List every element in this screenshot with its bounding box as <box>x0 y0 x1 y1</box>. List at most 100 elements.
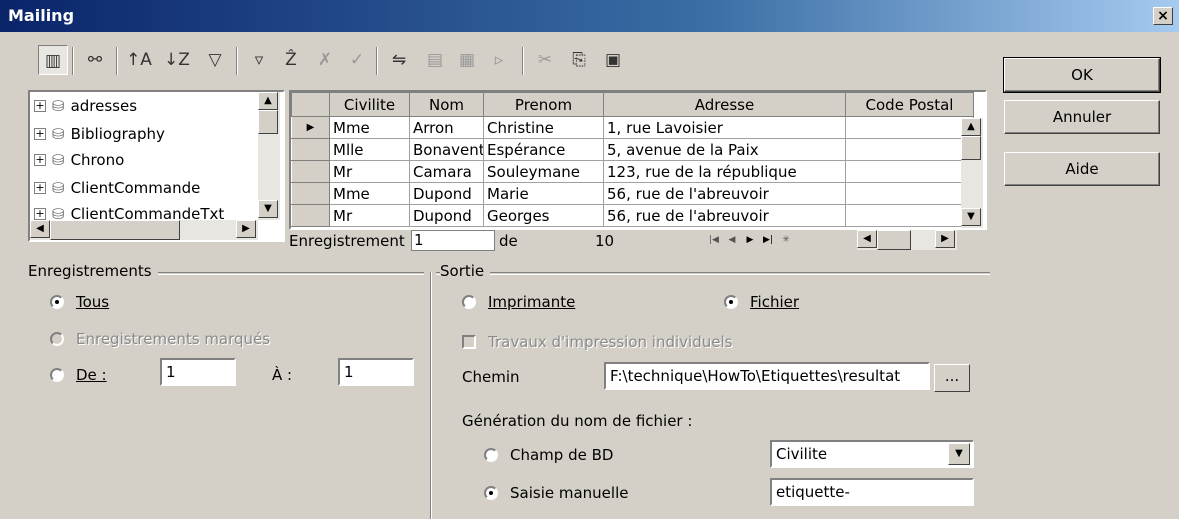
cell[interactable]: Bonaventure <box>409 138 484 161</box>
apply-filter-icon[interactable]: ✓ <box>342 45 372 75</box>
printer-radio[interactable]: Imprimante <box>462 293 575 311</box>
cell[interactable]: 5, avenue de la Paix <box>603 138 846 161</box>
cell[interactable]: 56, rue de l'abreuvoir <box>603 204 846 227</box>
row-header[interactable] <box>291 204 330 227</box>
binoculars-icon[interactable]: ⚯ <box>80 45 110 75</box>
scroll-up-icon[interactable]: ▲ <box>258 92 278 110</box>
table-row[interactable]: Mlle Bonaventure Espérance 5, avenue de … <box>291 138 974 161</box>
cell[interactable]: Dupond <box>409 182 484 205</box>
scroll-up-icon[interactable]: ▲ <box>961 118 981 136</box>
column-header[interactable]: Adresse <box>603 92 846 117</box>
cell[interactable] <box>845 116 974 139</box>
all-records-radio[interactable]: Tous <box>50 293 109 311</box>
row-header[interactable] <box>291 138 330 161</box>
cell[interactable]: 1, rue Lavoisier <box>603 116 846 139</box>
cell[interactable]: Dupond <box>409 204 484 227</box>
cell[interactable]: Camara <box>409 160 484 183</box>
expand-icon[interactable]: + <box>34 128 46 140</box>
cell[interactable]: Mlle <box>329 138 410 161</box>
cell[interactable]: Arron <box>409 116 484 139</box>
chevron-down-icon[interactable]: ▼ <box>948 443 970 465</box>
cell[interactable]: 56, rue de l'abreuvoir <box>603 182 846 205</box>
cell[interactable]: Mr <box>329 204 410 227</box>
to-record-field[interactable]: 1 <box>338 358 414 386</box>
column-header[interactable]: Code Postal <box>845 92 974 117</box>
tree-vertical-scrollbar[interactable]: ▲ ▼ <box>258 92 280 220</box>
autofilter-icon[interactable]: ▽ <box>200 45 230 75</box>
cell[interactable] <box>845 182 974 205</box>
column-header[interactable]: Civilite <box>329 92 410 117</box>
path-field[interactable]: F:\technique\HowTo\Etiquettes\resultat <box>604 362 930 390</box>
expand-icon[interactable]: + <box>34 100 46 112</box>
new-record-icon[interactable]: ✳ <box>779 231 793 249</box>
cell[interactable]: Espérance <box>483 138 604 161</box>
scroll-right-icon[interactable]: ▶ <box>935 230 955 248</box>
cell[interactable]: Souleymane <box>483 160 604 183</box>
db-field-select[interactable]: Civilite ▼ <box>770 440 974 468</box>
source-icon[interactable]: ▹ <box>484 45 514 75</box>
grid-vertical-scrollbar[interactable]: ▲ ▼ <box>961 118 983 228</box>
data-to-fields-icon[interactable]: ▤ <box>420 45 450 75</box>
filter-icon[interactable]: ▿ <box>244 45 274 75</box>
expand-icon[interactable]: + <box>34 182 46 194</box>
marked-records-radio[interactable]: Enregistrements marqués <box>50 330 270 348</box>
data-to-text-icon[interactable]: ⇋ <box>384 45 414 75</box>
cut-icon[interactable]: ✂ <box>530 45 560 75</box>
cell[interactable] <box>845 204 974 227</box>
cell[interactable]: Mme <box>329 182 410 205</box>
sort-ascending-icon[interactable]: ↑A <box>124 45 154 75</box>
data-grid[interactable]: Civilite Nom Prenom Adresse Code Postal … <box>289 90 987 230</box>
tree-item[interactable]: + ⛁ ClientCommande <box>34 176 200 200</box>
explorer-icon[interactable]: ▥ <box>38 45 68 75</box>
datasource-tree[interactable]: + ⛁ adresses + ⛁ Bibliography + ⛁ Chrono + ⛁ Cli… <box>28 90 285 242</box>
table-row[interactable]: Mme Dupond Marie 56, rue de l'abreuvoir <box>291 182 974 205</box>
scroll-left-icon[interactable]: ◀ <box>857 230 877 248</box>
remove-filter-icon[interactable]: ✗ <box>310 45 340 75</box>
row-header[interactable] <box>291 182 330 205</box>
cell[interactable] <box>845 160 974 183</box>
table-row[interactable]: Mr Dupond Georges 56, rue de l'abreuvoir <box>291 204 974 227</box>
browse-button[interactable]: ... <box>934 364 970 392</box>
cell[interactable]: Georges <box>483 204 604 227</box>
first-record-icon[interactable]: |◀ <box>707 231 721 249</box>
scroll-thumb[interactable] <box>877 230 911 250</box>
tree-item[interactable]: + ⛁ adresses <box>34 94 137 118</box>
row-header[interactable] <box>291 160 330 183</box>
record-number-input[interactable]: 1 <box>411 230 495 251</box>
scroll-down-icon[interactable]: ▼ <box>961 208 981 226</box>
column-header[interactable]: Prenom <box>483 92 604 117</box>
manual-entry-field[interactable]: etiquette- <box>770 478 974 506</box>
tree-item[interactable]: + ⛁ Chrono <box>34 148 124 172</box>
next-record-icon[interactable]: ▶ <box>743 231 757 249</box>
table-row[interactable]: Mr Camara Souleymane 123, rue de la répu… <box>291 160 974 183</box>
tree-horizontal-scrollbar[interactable]: ◀ ▶ <box>30 220 258 240</box>
current-row-icon[interactable]: ▶ <box>291 116 330 139</box>
column-header[interactable]: Nom <box>409 92 484 117</box>
from-record-field[interactable]: 1 <box>160 358 236 386</box>
last-record-icon[interactable]: ▶| <box>761 231 775 249</box>
scroll-thumb[interactable] <box>961 136 981 160</box>
standard-filter-icon[interactable]: Ẑ <box>276 45 306 75</box>
cell[interactable]: Christine <box>483 116 604 139</box>
range-radio[interactable]: De : <box>50 366 107 384</box>
cancel-button[interactable]: Annuler <box>1004 100 1160 134</box>
file-radio[interactable]: Fichier <box>724 293 799 311</box>
scroll-left-icon[interactable]: ◀ <box>30 220 50 238</box>
scroll-thumb[interactable] <box>258 110 278 134</box>
cell[interactable] <box>845 138 974 161</box>
sort-descending-icon[interactable]: ↓Z <box>162 45 192 75</box>
cell[interactable]: 123, rue de la république <box>603 160 846 183</box>
expand-icon[interactable]: + <box>34 208 46 220</box>
mail-merge-icon[interactable]: ▦ <box>452 45 482 75</box>
manual-entry-radio[interactable]: Saisie manuelle <box>484 484 628 502</box>
cell[interactable]: Mr <box>329 160 410 183</box>
scroll-thumb[interactable] <box>50 220 180 240</box>
grid-horizontal-scrollbar[interactable]: ◀ ▶ <box>857 230 957 250</box>
paste-icon[interactable]: ▣ <box>598 45 628 75</box>
expand-icon[interactable]: + <box>34 154 46 166</box>
scroll-down-icon[interactable]: ▼ <box>258 200 278 218</box>
cell[interactable]: Marie <box>483 182 604 205</box>
help-button[interactable]: Aide <box>1004 152 1160 186</box>
table-row[interactable]: ▶ Mme Arron Christine 1, rue Lavoisier <box>291 116 974 139</box>
scroll-right-icon[interactable]: ▶ <box>236 220 256 238</box>
